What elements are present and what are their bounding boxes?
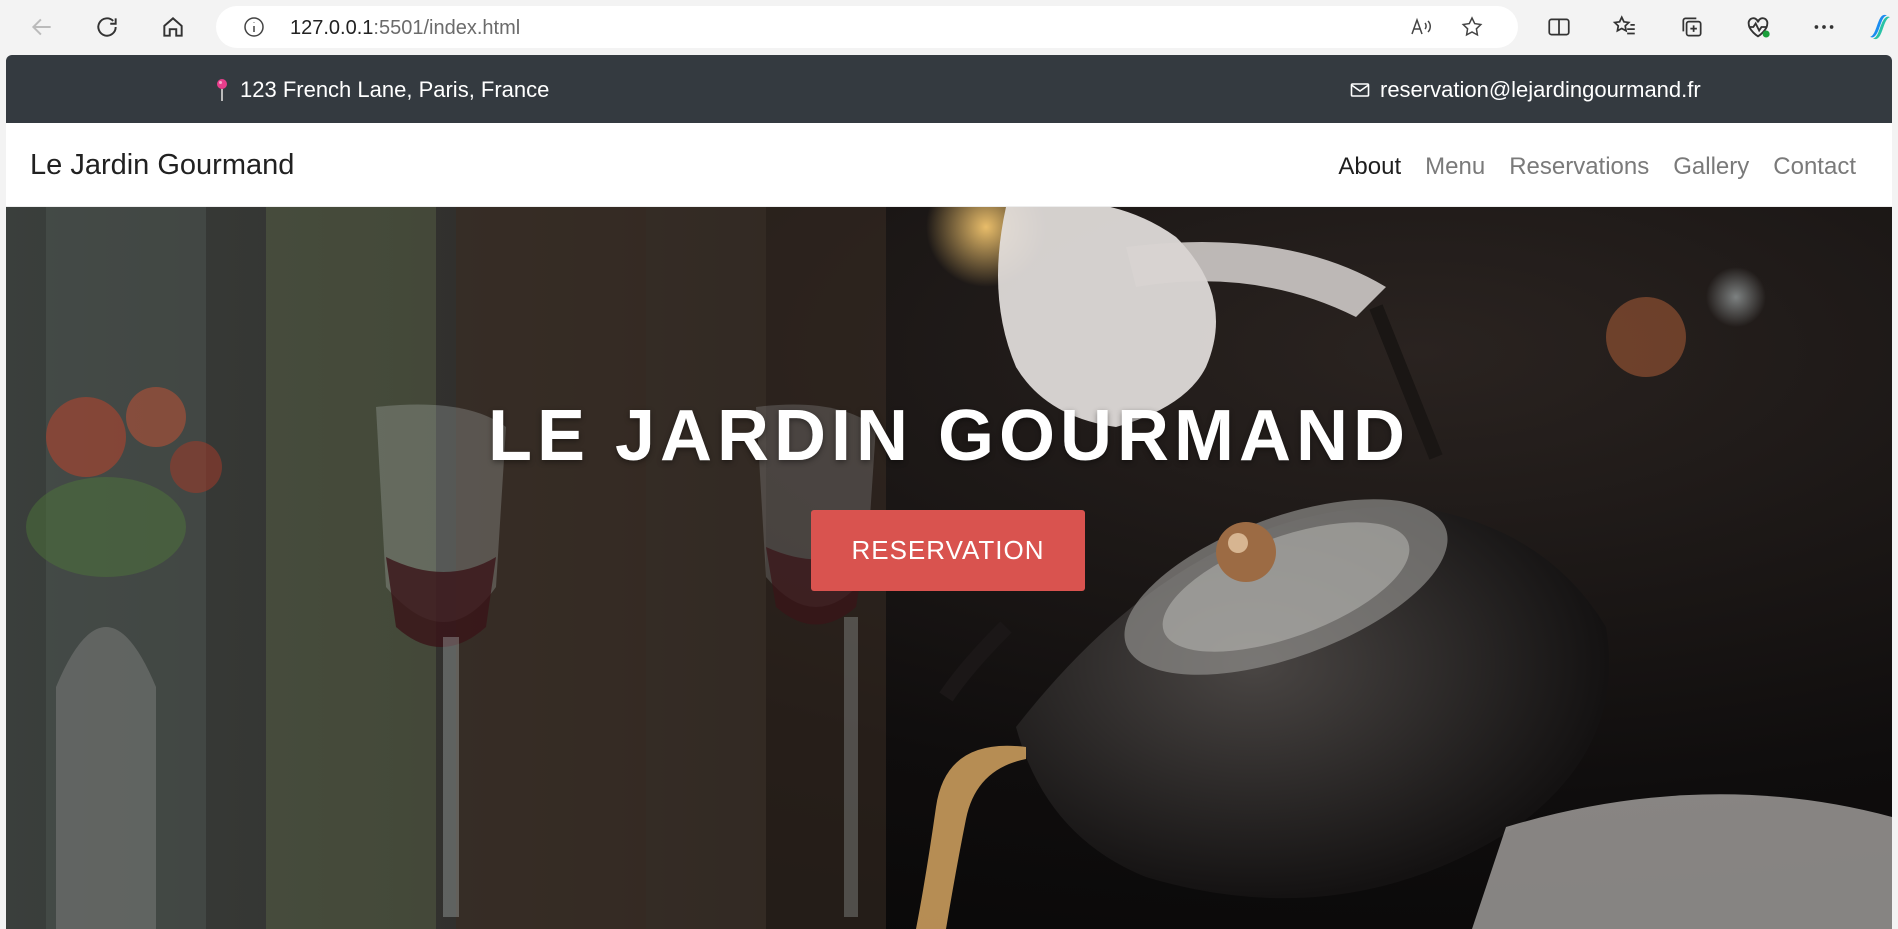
nav-link-reservations[interactable]: Reservations — [1509, 153, 1649, 181]
topbar-address: 123 French Lane, Paris, France — [214, 77, 549, 103]
collections-icon[interactable] — [1674, 9, 1710, 45]
info-icon[interactable] — [239, 12, 269, 42]
refresh-button[interactable] — [89, 9, 125, 45]
nav-links: About Menu Reservations Gallery Contact — [1338, 153, 1856, 181]
split-screen-icon[interactable] — [1541, 9, 1577, 45]
back-button[interactable] — [24, 9, 60, 45]
url-text[interactable]: 127.0.0.1:5501/index.html — [290, 17, 520, 40]
nav-link-menu[interactable]: Menu — [1425, 153, 1485, 181]
nav-link-gallery[interactable]: Gallery — [1673, 153, 1749, 181]
read-aloud-icon[interactable] — [1406, 12, 1436, 42]
main-navbar: Le Jardin Gourmand About Menu Reservatio… — [6, 123, 1892, 207]
favorites-icon[interactable] — [1607, 9, 1643, 45]
copilot-icon[interactable] — [1862, 9, 1898, 45]
nav-link-contact[interactable]: Contact — [1773, 153, 1856, 181]
address-bar[interactable]: 127.0.0.1:5501/index.html — [216, 6, 1518, 48]
browser-essentials-icon[interactable] — [1740, 9, 1776, 45]
address-text: 123 French Lane, Paris, France — [240, 77, 550, 102]
url-host: 127.0.0.1 — [290, 17, 374, 39]
more-options-icon[interactable] — [1806, 9, 1842, 45]
topbar-email: reservation@lejardingourmand.fr — [1350, 77, 1701, 103]
url-path: :5501/index.html — [373, 17, 521, 39]
browser-toolbar: 127.0.0.1:5501/index.html — [0, 0, 1898, 54]
hero-section: LE JARDIN GOURMAND RESERVATION — [6, 207, 1892, 929]
hero-title: LE JARDIN GOURMAND — [487, 396, 1410, 476]
page-viewport: 123 French Lane, Paris, France reservati… — [6, 55, 1892, 929]
contact-topbar: 123 French Lane, Paris, France reservati… — [6, 55, 1892, 123]
brand-logo-text[interactable]: Le Jardin Gourmand — [30, 149, 294, 182]
home-button[interactable] — [155, 9, 191, 45]
email-text[interactable]: reservation@lejardingourmand.fr — [1380, 77, 1701, 103]
nav-link-about[interactable]: About — [1338, 153, 1401, 181]
reservation-button[interactable]: RESERVATION — [811, 510, 1085, 591]
favorite-star-icon[interactable] — [1457, 12, 1487, 42]
envelope-icon — [1350, 82, 1370, 98]
map-pin-icon — [214, 78, 230, 102]
